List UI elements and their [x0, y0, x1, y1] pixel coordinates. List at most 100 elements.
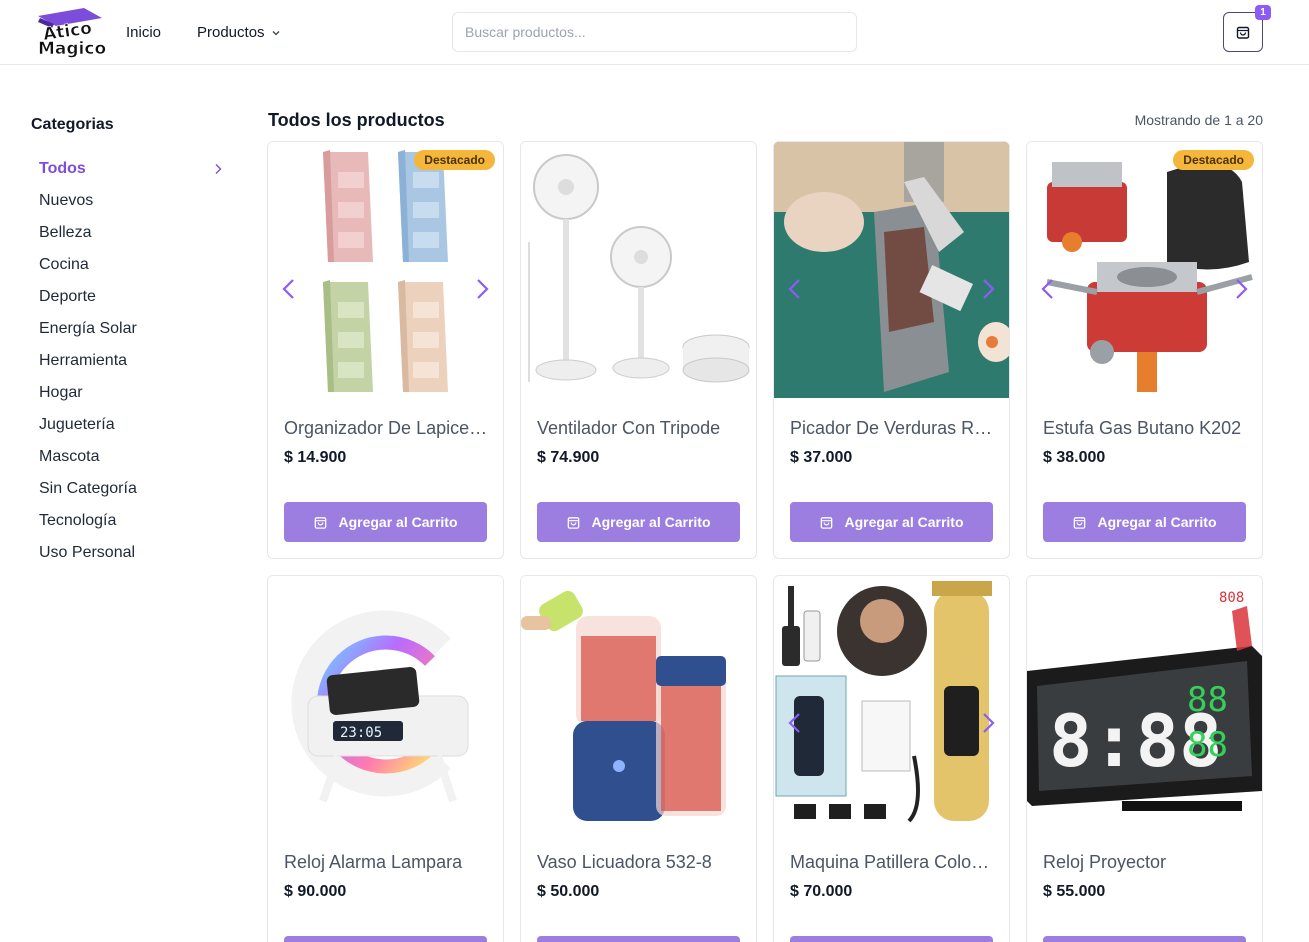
chevron-right-icon[interactable] [979, 278, 997, 300]
nav-inicio[interactable]: Inicio [126, 24, 161, 41]
add-to-cart-label: Agregar al Carrito [338, 514, 458, 530]
chevron-down-icon [272, 30, 280, 35]
category-label: Juguetería [39, 416, 115, 433]
add-to-cart-button[interactable]: Agregar al Carrito [284, 502, 487, 542]
product-image-blender-cup[interactable] [521, 576, 756, 832]
product-price: $ 74.900 [537, 449, 600, 466]
product-card[interactable]: Destacado Estufa Gas Butano K202 $ 38.00… [1026, 141, 1263, 559]
category-label: Cocina [39, 256, 89, 273]
category-item-hogar[interactable]: Hogar [31, 377, 231, 409]
category-label: Tecnología [39, 512, 117, 529]
category-item-cocina[interactable]: Cocina [31, 249, 231, 281]
top-header: Atico Magico Inicio Productos 1 [0, 0, 1309, 65]
product-image-butane-stove[interactable] [1027, 142, 1262, 398]
add-to-cart-label: Agregar al Carrito [1097, 514, 1217, 530]
add-to-cart-button[interactable]: Agregar al Carrito [537, 502, 740, 542]
add-to-cart-label: Agregar al Carrito [844, 514, 964, 530]
add-to-cart-button[interactable]: Agregar al Carrito [790, 502, 993, 542]
shopping-bag-icon [1236, 26, 1250, 39]
svg-text:Magico: Magico [38, 39, 106, 58]
product-name[interactable]: Reloj Proyector [1043, 852, 1248, 873]
product-image-pen-organizer[interactable] [268, 142, 503, 398]
product-card[interactable]: Maquina Patillera Color Dorado $ 70.000 … [773, 575, 1010, 942]
chevron-left-icon[interactable] [280, 278, 298, 300]
category-label: Uso Personal [39, 544, 136, 561]
add-to-cart-button[interactable]: Agregar al Carrito [284, 936, 487, 942]
svg-text:23:05: 23:05 [340, 725, 382, 741]
category-label: Mascota [39, 448, 100, 465]
nav-productos-label: Productos [197, 24, 265, 41]
category-item-sin-categoria[interactable]: Sin Categoría [31, 473, 231, 505]
product-name[interactable]: Reloj Alarma Lampara [284, 852, 489, 873]
category-item-uso-personal[interactable]: Uso Personal [31, 537, 231, 569]
category-label: Hogar [39, 384, 83, 401]
product-name[interactable]: Maquina Patillera Color Dorado [790, 852, 995, 873]
featured-badge: Destacado [414, 150, 495, 170]
product-image-alarm-lamp[interactable]: 23:05 [268, 576, 503, 832]
category-item-mascota[interactable]: Mascota [31, 441, 231, 473]
add-to-cart-button[interactable]: Agregar al Carrito [1043, 936, 1246, 942]
category-item-jugueteria[interactable]: Juguetería [31, 409, 231, 441]
chevron-right-icon [215, 164, 222, 174]
category-item-herramienta[interactable]: Herramienta [31, 345, 231, 377]
category-item-tecnologia[interactable]: Tecnología [31, 505, 231, 537]
category-label: Belleza [39, 224, 92, 241]
results-count: Mostrando de 1 a 20 [1134, 112, 1263, 128]
nav-productos[interactable]: Productos [197, 24, 281, 41]
product-card[interactable]: 23:05 Reloj Alarma Lampara $ 90.000 Agre… [267, 575, 504, 942]
product-price: $ 14.900 [284, 449, 347, 466]
svg-text:88: 88 [1187, 725, 1228, 765]
category-label: Todos [39, 160, 86, 177]
chevron-right-icon[interactable] [979, 712, 997, 734]
product-price: $ 37.000 [790, 449, 853, 466]
chevron-right-icon[interactable] [473, 278, 491, 300]
category-item-nuevos[interactable]: Nuevos [31, 185, 231, 217]
product-card[interactable]: Vaso Licuadora 532-8 $ 50.000 Agregar al… [520, 575, 757, 942]
category-label: Herramienta [39, 352, 128, 369]
featured-badge: Destacado [1173, 150, 1254, 170]
product-image-folding-fan[interactable] [521, 142, 756, 398]
category-label: Sin Categoría [39, 480, 137, 497]
add-to-cart-button[interactable]: Agregar al Carrito [537, 936, 740, 942]
category-item-todos[interactable]: Todos [31, 153, 231, 185]
category-label: Deporte [39, 288, 96, 305]
category-label: Energía Solar [39, 320, 137, 337]
shopping-bag-icon [821, 516, 833, 529]
category-list: Todos Nuevos Belleza Cocina Deporte Ener… [31, 153, 231, 569]
product-image-vegetable-chopper[interactable] [774, 142, 1009, 398]
shopping-bag-icon [568, 516, 580, 529]
add-to-cart-button[interactable]: Agregar al Carrito [1043, 502, 1246, 542]
product-price: $ 55.000 [1043, 883, 1106, 900]
product-card[interactable]: Picador De Verduras Rapido $ 37.000 Agre… [773, 141, 1010, 559]
chevron-right-icon[interactable] [1232, 278, 1250, 300]
product-image-projector-clock[interactable]: 8:88 88 88 808 [1027, 576, 1262, 832]
chevron-left-icon[interactable] [1039, 278, 1057, 300]
category-item-belleza[interactable]: Belleza [31, 217, 231, 249]
category-item-energia-solar[interactable]: Energía Solar [31, 313, 231, 345]
svg-text:808: 808 [1219, 590, 1244, 606]
product-name[interactable]: Picador De Verduras Rapido [790, 418, 995, 439]
add-to-cart-button[interactable]: Agregar al Carrito [790, 936, 993, 942]
product-card[interactable]: Ventilador Con Tripode $ 74.900 Agregar … [520, 141, 757, 559]
shopping-bag-icon [1074, 516, 1086, 529]
product-price: $ 38.000 [1043, 449, 1106, 466]
product-price: $ 70.000 [790, 883, 853, 900]
category-item-deporte[interactable]: Deporte [31, 281, 231, 313]
product-price: $ 90.000 [284, 883, 347, 900]
cart-count-badge: 1 [1255, 5, 1271, 20]
store-logo[interactable]: Atico Magico [34, 6, 108, 59]
product-name[interactable]: Estufa Gas Butano K202 [1043, 418, 1248, 439]
chevron-left-icon[interactable] [786, 712, 804, 734]
shopping-bag-icon [315, 516, 327, 529]
search-input[interactable] [452, 12, 857, 52]
product-card[interactable]: 8:88 88 88 808 Reloj Proyector $ 55.000 … [1026, 575, 1263, 942]
product-name[interactable]: Vaso Licuadora 532-8 [537, 852, 742, 873]
product-card[interactable]: Destacado Organizador De Lapiceros $ 14.… [267, 141, 504, 559]
sidebar-title: Categorias [31, 116, 114, 133]
product-name[interactable]: Organizador De Lapiceros [284, 418, 489, 439]
category-label: Nuevos [39, 192, 94, 209]
chevron-left-icon[interactable] [786, 278, 804, 300]
product-name[interactable]: Ventilador Con Tripode [537, 418, 742, 439]
product-price: $ 50.000 [537, 883, 600, 900]
product-image-hair-trimmer[interactable] [774, 576, 1009, 832]
